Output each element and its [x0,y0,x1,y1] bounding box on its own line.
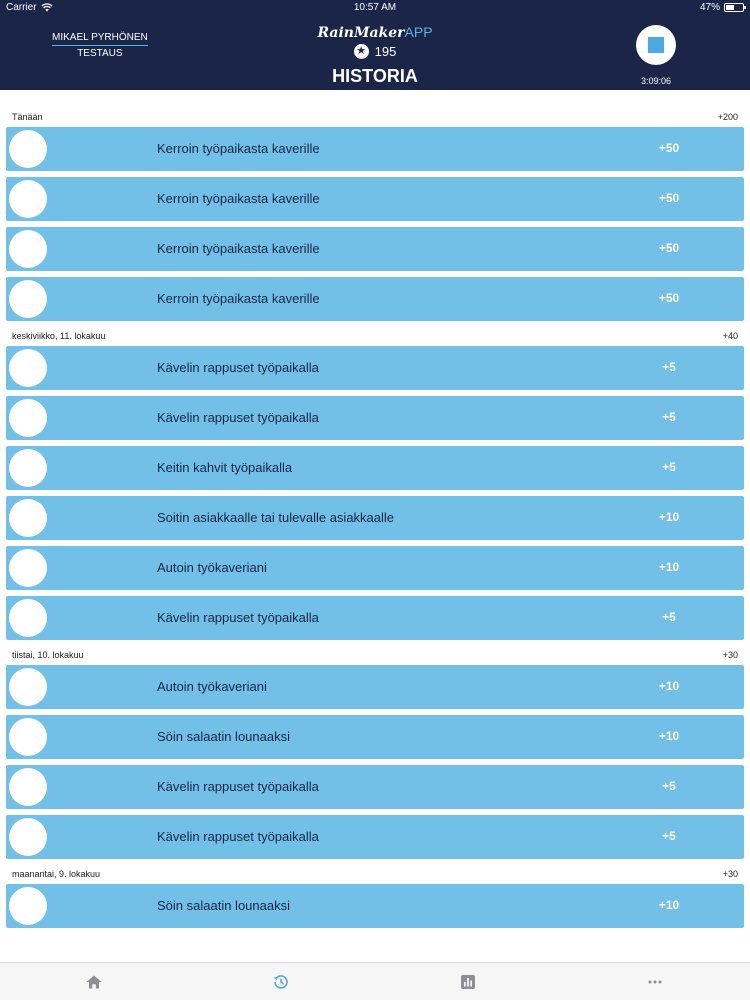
battery-percent: 47% [699,2,720,13]
history-icon [273,975,288,989]
bar-chart-icon [461,975,475,989]
day-label: Tänään [12,112,43,122]
activity-title: Autoin työkaveriani [157,560,267,575]
activity-points: +10 [658,729,680,743]
activity-avatar [9,599,47,637]
history-item[interactable]: Kerroin työpaikasta kaverille +50 [6,127,744,171]
history-item[interactable]: Kerroin työpaikasta kaverille +50 [6,227,744,271]
activity-title: Söin salaatin lounaaksi [157,729,290,744]
activity-avatar [9,230,47,268]
activity-points: +5 [662,829,676,843]
activity-points: +50 [658,191,680,205]
history-item[interactable]: Kerroin työpaikasta kaverille +50 [6,177,744,221]
activity-title: Kerroin työpaikasta kaverille [157,241,320,256]
status-time: 10:57 AM [353,2,397,13]
activity-title: Autoin työkaveriani [157,679,267,694]
history-item[interactable]: Keitin kahvit työpaikalla +5 [6,446,744,490]
activity-points: +10 [658,560,680,574]
logo-text-rainmaker: RainMaker [317,25,405,41]
history-item[interactable]: Kävelin rappuset työpaikalla +5 [6,815,744,859]
stop-icon [648,37,664,53]
activity-title: Kävelin rappuset työpaikalla [157,410,319,425]
activity-title: Kävelin rappuset työpaikalla [157,610,319,625]
day-total: +30 [722,869,738,879]
activity-title: Kävelin rappuset työpaikalla [157,829,319,844]
activity-points: +10 [658,898,680,912]
day-total: +40 [722,331,738,341]
activity-avatar [9,180,47,218]
history-item[interactable]: Kävelin rappuset työpaikalla +5 [6,396,744,440]
activity-avatar [9,349,47,387]
activity-avatar [9,768,47,806]
history-item[interactable]: Autoin työkaveriani +10 [6,665,744,709]
activity-points: +5 [662,610,676,624]
activity-avatar [9,818,47,856]
activity-points: +10 [658,510,680,524]
day-label: keskiviikko, 11. lokakuu [12,331,106,341]
history-item[interactable]: Söin salaatin lounaaksi +10 [6,715,744,759]
activity-avatar [9,130,47,168]
tab-stats[interactable] [458,972,478,992]
history-item[interactable]: Kävelin rappuset työpaikalla +5 [6,346,744,390]
timer-readout: 3:09:06 [640,76,672,86]
activity-title: Kerroin työpaikasta kaverille [157,191,320,206]
day-total: +30 [722,650,738,660]
history-item[interactable]: Söin salaatin lounaaksi +10 [6,884,744,928]
activity-title: Soitin asiakkaalle tai tulevalle asiakka… [157,510,395,525]
activity-points: +5 [662,410,676,424]
activity-points: +10 [658,679,680,693]
day-total: +200 [717,112,738,122]
day-header: Tänään +200 [0,108,750,126]
points-value: 195 [374,44,397,59]
activity-points: +5 [662,360,676,374]
history-item[interactable]: Kävelin rappuset työpaikalla +5 [6,596,744,640]
activity-avatar [9,280,47,318]
activity-avatar [9,499,47,537]
history-item[interactable]: Autoin työkaveriani +10 [6,546,744,590]
tab-history[interactable] [271,972,291,992]
tab-more[interactable] [645,972,665,992]
day-header: maanantai, 9. lokakuu +30 [0,865,750,883]
activity-avatar [9,399,47,437]
battery-info: 47% [699,2,746,13]
activity-title: Kerroin työpaikasta kaverille [157,141,320,156]
activity-avatar [9,449,47,487]
tab-bar [0,962,750,1000]
status-bar: Carrier 10:57 AM 47% [0,0,750,16]
activity-title: Kävelin rappuset työpaikalla [157,779,319,794]
stop-timer-button[interactable] [636,25,676,65]
history-item[interactable]: Kävelin rappuset työpaikalla +5 [6,765,744,809]
activity-avatar [9,887,47,925]
day-header: keskiviikko, 11. lokakuu +40 [0,327,750,345]
activity-points: +5 [662,460,676,474]
activity-points: +5 [662,779,676,793]
activity-title: Söin salaatin lounaaksi [157,898,290,913]
day-header: tiistai, 10. lokakuu +30 [0,646,750,664]
day-label: tiistai, 10. lokakuu [12,650,84,660]
history-item[interactable]: Soitin asiakkaalle tai tulevalle asiakka… [6,496,744,540]
history-item[interactable]: Kerroin työpaikasta kaverille +50 [6,277,744,321]
battery-icon [724,3,746,12]
activity-title: Kerroin työpaikasta kaverille [157,291,320,306]
history-list[interactable]: Tänään +200 Kerroin työpaikasta kaverille +… [0,90,750,962]
activity-points: +50 [658,241,680,255]
logo-text-app: APP [404,24,433,40]
activity-title: Keitin kahvit työpaikalla [157,460,293,475]
more-icon [648,980,662,984]
tab-home[interactable] [84,972,104,992]
day-label: maanantai, 9. lokakuu [12,869,101,879]
activity-points: +50 [658,291,680,305]
activity-points: +50 [658,141,680,155]
app-header: MIKAEL PYRHÖNEN TESTAUS RainMakerAPP ★ 1… [0,16,750,90]
home-icon [86,975,102,989]
activity-avatar [9,668,47,706]
activity-title: Kävelin rappuset työpaikalla [157,360,319,375]
activity-avatar [9,718,47,756]
star-icon: ★ [353,44,369,59]
activity-avatar [9,549,47,587]
